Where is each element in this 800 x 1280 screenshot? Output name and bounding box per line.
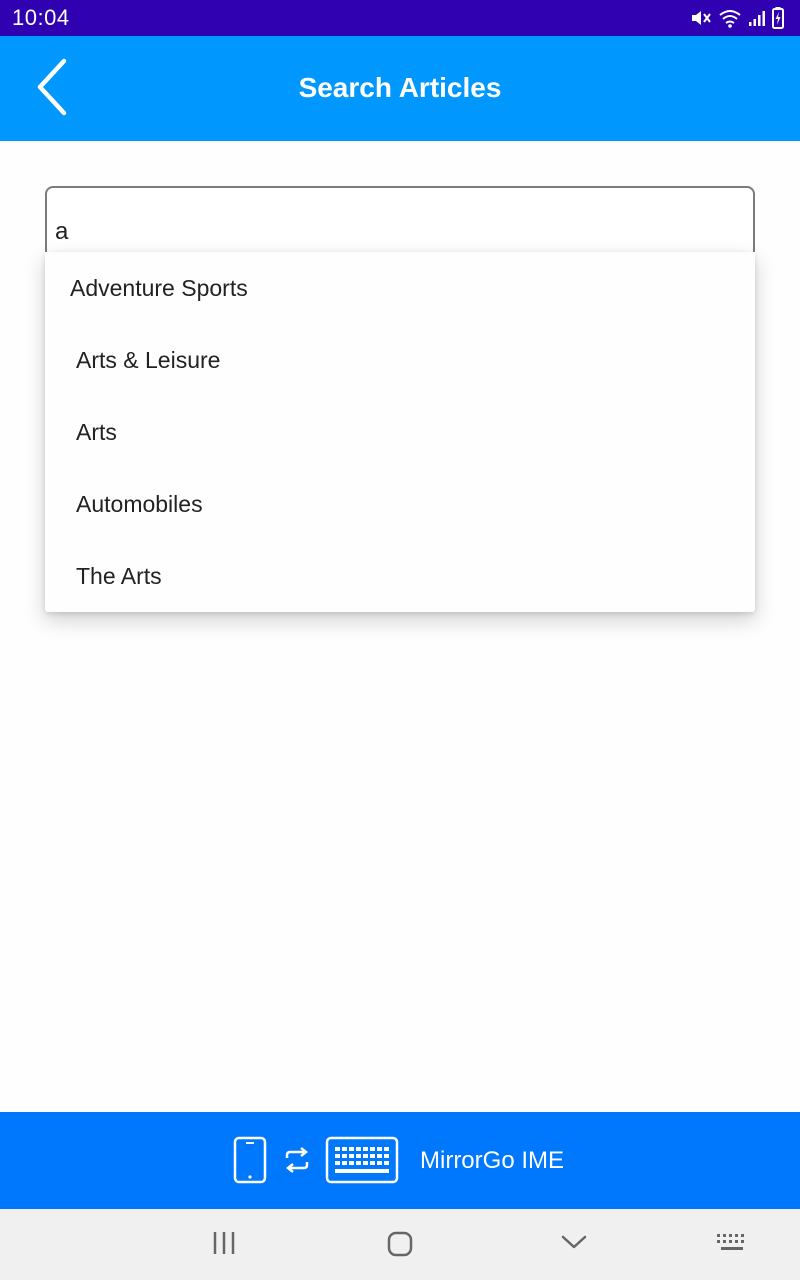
system-nav-bar (0, 1209, 800, 1280)
suggestion-adventure-sports[interactable]: Adventure Sports (45, 252, 755, 324)
keyboard-icon (325, 1136, 399, 1189)
recent-apps-icon[interactable] (210, 1229, 238, 1262)
status-icons (690, 6, 784, 30)
suggestion-the-arts[interactable]: The Arts (45, 540, 755, 612)
ime-label: MirrorGo IME (420, 1147, 564, 1174)
keyboard-switch-icon[interactable] (715, 1231, 749, 1260)
suggestion-arts[interactable]: Arts (45, 396, 755, 468)
signal-icon (748, 9, 766, 27)
status-time: 10:04 (12, 5, 70, 30)
wifi-icon (718, 8, 742, 28)
status-bar: 10:04 (0, 0, 800, 36)
battery-charging-icon (772, 7, 784, 29)
suggestions-dropdown: Adventure Sports Arts & Leisure Arts Aut… (45, 252, 755, 612)
ime-bar[interactable]: MirrorGo IME (0, 1112, 800, 1209)
app-bar: Search Articles (0, 36, 800, 141)
swap-icon (283, 1147, 311, 1178)
hide-keyboard-icon[interactable] (560, 1231, 588, 1258)
search-input[interactable] (45, 186, 755, 252)
page-title: Search Articles (298, 72, 502, 103)
mute-icon (690, 8, 712, 28)
phone-icon (233, 1136, 267, 1189)
suggestion-automobiles[interactable]: Automobiles (45, 468, 755, 540)
home-icon[interactable] (385, 1229, 415, 1264)
suggestion-arts-and-leisure[interactable]: Arts & Leisure (45, 324, 755, 396)
